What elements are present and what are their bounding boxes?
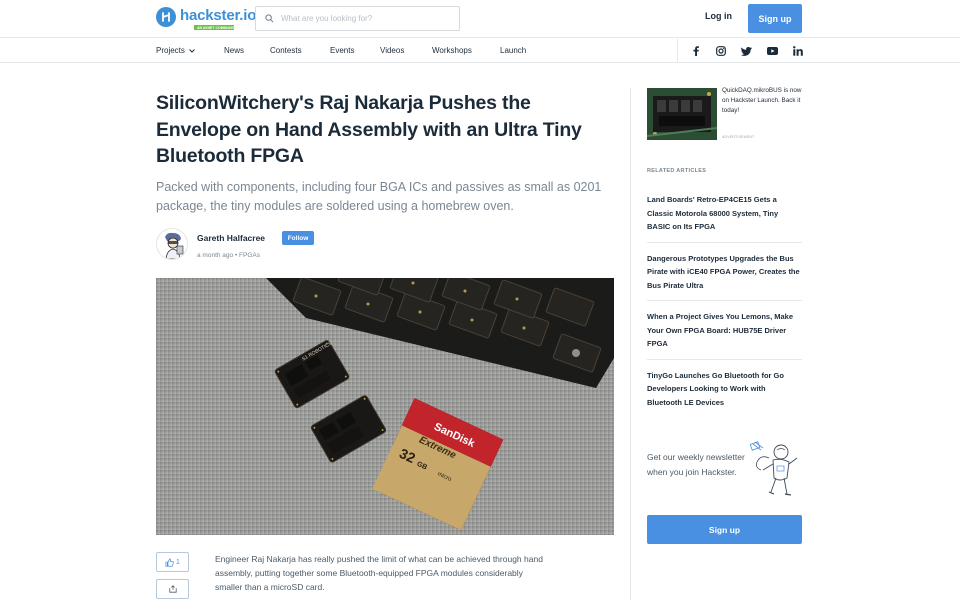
nav-item-contests[interactable]: Contests xyxy=(270,46,302,55)
related-article[interactable]: TinyGo Launches Go Bluetooth for Go Deve… xyxy=(647,360,802,418)
publish-time: a month ago xyxy=(197,252,234,259)
article-subtitle: Packed with components, including four B… xyxy=(156,180,602,213)
nav-item-videos[interactable]: Videos xyxy=(380,46,404,55)
hackster-logo[interactable]: hackster.io AN AVNET COMMUNITY xyxy=(156,7,256,30)
search-box[interactable] xyxy=(255,6,460,31)
related-article[interactable]: Dangerous Prototypes Upgrades the Bus Pi… xyxy=(647,243,802,301)
nav-item-events[interactable]: Events xyxy=(330,46,354,55)
column-divider xyxy=(630,88,631,600)
nav-item-news[interactable]: News xyxy=(224,46,244,55)
like-count: 1 xyxy=(176,558,180,566)
nav-item-label: Projects xyxy=(156,46,185,55)
like-button[interactable]: 1 xyxy=(156,552,189,572)
follow-button[interactable]: Follow xyxy=(282,231,314,245)
ad-text[interactable]: QuickDAQ.mikroBUS is now on Hackster Lau… xyxy=(722,86,804,116)
related-articles-heading: RELATED ARTICLES xyxy=(647,168,707,174)
nav-divider xyxy=(677,39,678,63)
brand-badge: AN AVNET COMMUNITY xyxy=(194,25,234,30)
share-button[interactable] xyxy=(156,579,189,599)
brand-name: hackster.io xyxy=(180,7,257,24)
hackster-logo-icon xyxy=(156,7,176,27)
nav-item-workshops[interactable]: Workshops xyxy=(432,46,472,55)
facebook-icon[interactable] xyxy=(690,45,702,57)
author-avatar[interactable] xyxy=(156,228,188,260)
ad-label: ADVERTISEMENT xyxy=(722,135,755,139)
related-article[interactable]: When a Project Gives You Lemons, Make Yo… xyxy=(647,301,802,360)
newsletter-text: Get our weekly newsletter when you join … xyxy=(647,452,745,477)
author-name[interactable]: Gareth Halfacree xyxy=(197,233,265,243)
nav-item-launch[interactable]: Launch xyxy=(500,46,526,55)
share-icon xyxy=(168,585,177,593)
signup-button-sidebar[interactable]: Sign up xyxy=(647,515,802,544)
article-body: Engineer Raj Nakarja has really pushed t… xyxy=(215,554,543,592)
related-article[interactable]: Land Boards' Retro-EP4CE15 Gets a Classi… xyxy=(647,184,802,243)
youtube-icon[interactable] xyxy=(766,45,778,57)
thumbs-up-icon xyxy=(165,558,174,567)
astronaut-illustration-icon xyxy=(747,440,803,500)
nav-item-projects[interactable]: Projects xyxy=(156,46,195,55)
tag-link[interactable]: FPGAs xyxy=(239,252,260,259)
login-link[interactable]: Log in xyxy=(705,11,732,21)
linkedin-icon[interactable] xyxy=(792,45,804,57)
article-meta: a month ago • FPGAs xyxy=(197,252,260,259)
twitter-icon[interactable] xyxy=(740,45,752,57)
search-input[interactable] xyxy=(281,14,451,23)
hero-image: S1 ROBOTICS SanDisk Extreme 32 GB micro xyxy=(156,278,614,535)
instagram-icon[interactable] xyxy=(715,45,727,57)
related-articles-list: Land Boards' Retro-EP4CE15 Gets a Classi… xyxy=(647,184,802,417)
main-nav: Projects News Contests Events Videos Wor… xyxy=(0,39,960,63)
chevron-down-icon xyxy=(189,48,195,53)
ad-image[interactable] xyxy=(647,88,717,140)
article-title: SiliconWitchery's Raj Nakarja Pushes the… xyxy=(156,92,582,167)
signup-button-header[interactable]: Sign up xyxy=(748,4,802,33)
search-icon xyxy=(265,14,274,23)
meta-separator: • xyxy=(234,252,238,259)
top-header: hackster.io AN AVNET COMMUNITY Log in Si… xyxy=(0,0,960,38)
